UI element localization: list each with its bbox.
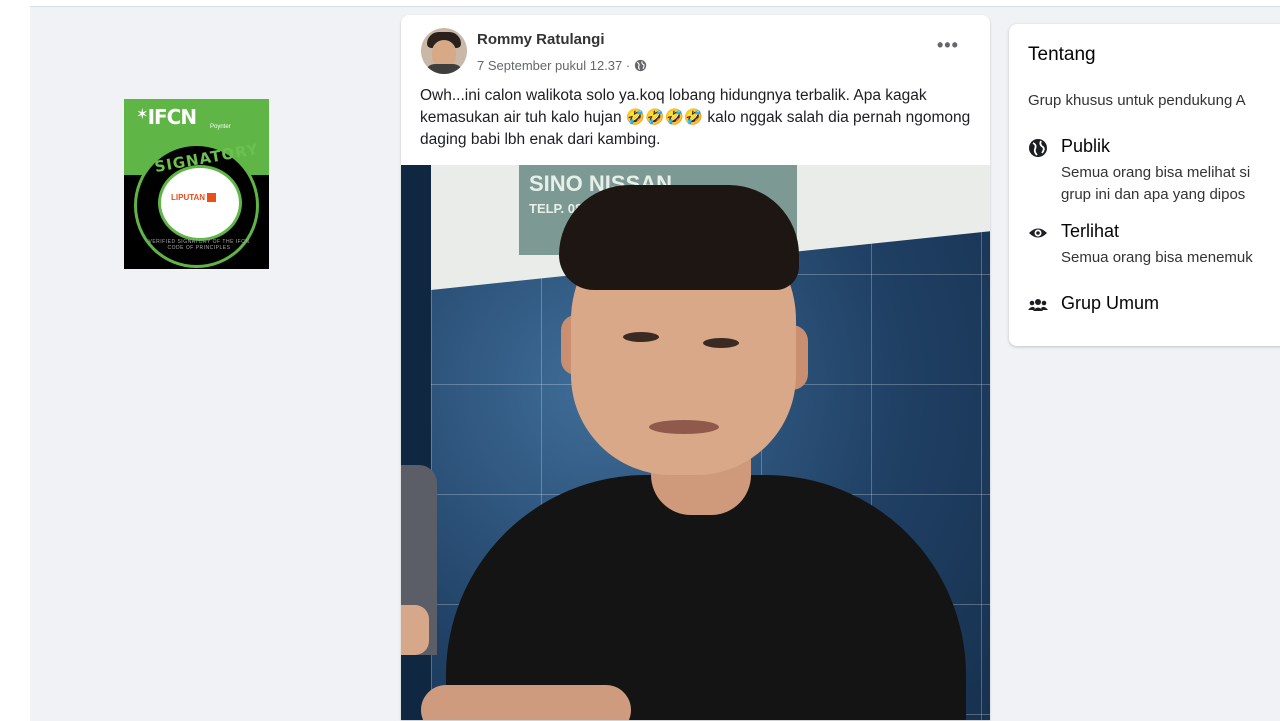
about-item-desc: Semua orang bisa melihat si grup ini dan… xyxy=(1061,164,1251,203)
about-item-desc: Semua orang bisa menemuk xyxy=(1061,249,1253,266)
post-card: Rommy Ratulangi 7 September pukul 12.37 … xyxy=(401,15,990,720)
author-avatar[interactable] xyxy=(421,28,467,74)
about-description: Grup khusus untuk pendukung A xyxy=(1028,92,1246,109)
ifcn-signatory-badge: ✶IFCN Poynter SIGNATORY LIPUTAN VERIFIED… xyxy=(124,99,269,269)
about-item-title: Publik xyxy=(1061,136,1111,156)
post-text: Owh...ini calon walikota solo ya.koq lob… xyxy=(420,87,971,148)
eye-icon xyxy=(1029,228,1047,238)
globe-icon xyxy=(635,59,647,72)
globe-icon xyxy=(1029,139,1047,157)
about-card: Tentang Grup khusus untuk pendukung A Pu… xyxy=(1009,24,1280,346)
badge-ring-small-text: VERIFIED SIGNATORY OF THE IFCN CODE OF P… xyxy=(148,239,250,251)
badge-inner-circle xyxy=(158,165,242,241)
badge-publisher: LIPUTAN xyxy=(171,193,217,203)
post-author-name[interactable]: Rommy Ratulangi xyxy=(477,31,605,48)
photo-side-hand xyxy=(401,605,429,655)
photo-person-eye-right xyxy=(703,338,739,348)
photo-person-arm xyxy=(421,685,631,720)
photo-person-eye-left xyxy=(623,332,659,342)
group-icon xyxy=(1028,299,1048,311)
badge-logo: ✶IFCN xyxy=(136,105,197,129)
about-item-title: Terlihat xyxy=(1061,221,1120,241)
photo-person-mouth xyxy=(649,420,719,434)
post-photo[interactable]: SINO NISSAN TELP. 0851 2774 7088 xyxy=(401,165,990,720)
about-item-title: Grup Umum xyxy=(1061,293,1160,313)
post-timestamp[interactable]: 7 September pukul 12.37 · xyxy=(477,58,630,73)
more-options-button[interactable]: ••• xyxy=(937,35,959,56)
about-title: Tentang xyxy=(1028,44,1096,65)
photo-person-hair xyxy=(559,185,799,290)
post-meta: 7 September pukul 12.37 · xyxy=(477,58,647,73)
badge-logo-sub: Poynter xyxy=(210,124,231,130)
star-icon: ✶ xyxy=(136,105,149,123)
